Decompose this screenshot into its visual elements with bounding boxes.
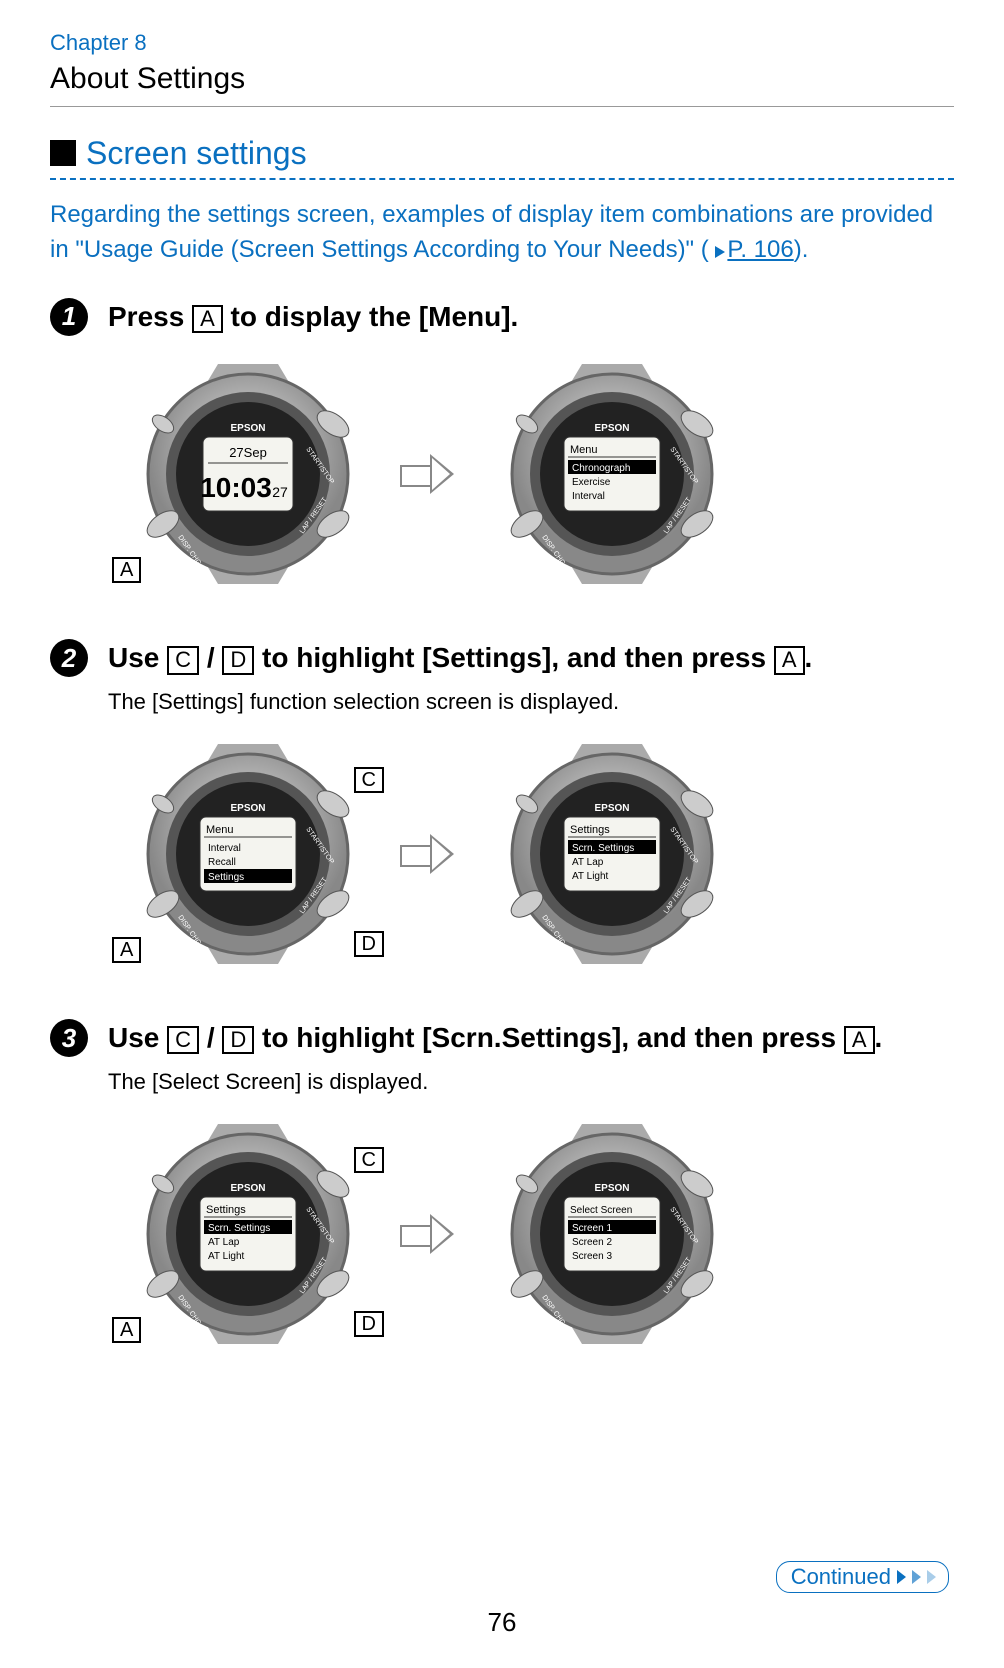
svg-text:27: 27 bbox=[272, 484, 288, 500]
step-subtitle: The [Select Screen] is displayed. bbox=[108, 1069, 954, 1095]
button-label-a: A bbox=[112, 557, 141, 583]
svg-text:Interval: Interval bbox=[572, 491, 605, 502]
button-label-a: A bbox=[112, 1317, 141, 1343]
divider bbox=[50, 106, 954, 107]
svg-text:27Sep: 27Sep bbox=[229, 445, 267, 460]
text: / bbox=[199, 642, 222, 673]
svg-text:Settings: Settings bbox=[208, 872, 244, 883]
button-label-d: D bbox=[354, 931, 384, 957]
triangle-icon bbox=[912, 1570, 921, 1584]
key-d: D bbox=[222, 646, 254, 674]
step-title: Use C / D to highlight [Scrn.Settings], … bbox=[108, 1019, 954, 1057]
section-header: Screen settings bbox=[50, 135, 954, 172]
step-number: 3 bbox=[50, 1019, 88, 1057]
button-label-a: A bbox=[112, 937, 141, 963]
button-label-d: D bbox=[354, 1311, 384, 1337]
continued-label: Continued bbox=[791, 1564, 891, 1590]
svg-text:AT Lap: AT Lap bbox=[208, 1237, 240, 1248]
page-link[interactable]: P. 106 bbox=[727, 236, 793, 263]
button-label-c: C bbox=[354, 1147, 384, 1173]
watch-settings: EPSON Settings Scrn. Settings AT Lap AT … bbox=[472, 739, 752, 969]
chapter-label: Chapter 8 bbox=[50, 30, 954, 56]
svg-text:Menu: Menu bbox=[570, 444, 598, 456]
svg-text:EPSON: EPSON bbox=[594, 423, 629, 434]
svg-text:EPSON: EPSON bbox=[230, 423, 265, 434]
watch-menu: EPSON Menu Chronograph Exercise Interval… bbox=[472, 359, 752, 589]
watch-row: EPSON Settings Scrn. Settings AT Lap AT … bbox=[108, 1119, 954, 1349]
step-title: Use C / D to highlight [Settings], and t… bbox=[108, 639, 954, 677]
text: . bbox=[875, 1022, 883, 1053]
section-title: Screen settings bbox=[86, 135, 307, 172]
svg-text:Exercise: Exercise bbox=[572, 477, 611, 488]
key-a: A bbox=[192, 305, 223, 333]
arrow-right-icon bbox=[400, 1209, 460, 1259]
button-label-c: C bbox=[354, 767, 384, 793]
svg-text:10:03: 10:03 bbox=[200, 472, 272, 503]
watch-time: EPSON 27Sep 10:03 27 START/STOP LAP / RE… bbox=[108, 359, 388, 589]
svg-text:Recall: Recall bbox=[208, 857, 236, 868]
key-d: D bbox=[222, 1026, 254, 1054]
intro-text: Regarding the settings screen, examples … bbox=[50, 198, 954, 268]
svg-text:Scrn. Settings: Scrn. Settings bbox=[208, 1223, 270, 1234]
page-number: 76 bbox=[0, 1607, 1004, 1638]
key-c: C bbox=[167, 1026, 199, 1054]
text: to highlight [Scrn.Settings], and then p… bbox=[254, 1022, 844, 1053]
svg-text:EPSON: EPSON bbox=[594, 803, 629, 814]
svg-text:AT Lap: AT Lap bbox=[572, 857, 604, 868]
step-subtitle: The [Settings] function selection screen… bbox=[108, 689, 954, 715]
text: to highlight [Settings], and then press bbox=[254, 642, 774, 673]
triangle-icon bbox=[927, 1570, 936, 1584]
svg-text:Screen 2: Screen 2 bbox=[572, 1237, 612, 1248]
text: Use bbox=[108, 1022, 167, 1053]
svg-text:Chronograph: Chronograph bbox=[572, 463, 630, 474]
svg-text:Interval: Interval bbox=[208, 843, 241, 854]
key-c: C bbox=[167, 646, 199, 674]
arrow-right-icon bbox=[715, 246, 725, 258]
svg-text:Screen 1: Screen 1 bbox=[572, 1223, 612, 1234]
text: / bbox=[199, 1022, 222, 1053]
svg-text:Screen 3: Screen 3 bbox=[572, 1251, 612, 1262]
step-1: 1 Press A to display the [Menu]. EPSON bbox=[50, 298, 954, 590]
arrow-right-icon bbox=[400, 449, 460, 499]
text: Press bbox=[108, 301, 192, 332]
step-number: 1 bbox=[50, 298, 88, 336]
step-number: 2 bbox=[50, 639, 88, 677]
watch-row: EPSON 27Sep 10:03 27 START/STOP LAP / RE… bbox=[108, 359, 954, 589]
square-bullet-icon bbox=[50, 140, 76, 166]
svg-text:EPSON: EPSON bbox=[594, 1183, 629, 1194]
watch-settings: EPSON Settings Scrn. Settings AT Lap AT … bbox=[108, 1119, 388, 1349]
watch-select-screen: EPSON Select Screen Screen 1 Screen 2 Sc… bbox=[472, 1119, 752, 1349]
text: to display the [Menu]. bbox=[223, 301, 519, 332]
svg-text:Settings: Settings bbox=[570, 824, 610, 836]
text: Use bbox=[108, 642, 167, 673]
svg-text:Settings: Settings bbox=[206, 1204, 246, 1216]
triangle-icon bbox=[897, 1570, 906, 1584]
step-title: Press A to display the [Menu]. bbox=[108, 298, 954, 336]
watch-row: EPSON Menu Interval Recall Settings STAR… bbox=[108, 739, 954, 969]
intro-post: ). bbox=[794, 236, 809, 263]
svg-text:Scrn. Settings: Scrn. Settings bbox=[572, 843, 634, 854]
continued-badge: Continued bbox=[776, 1561, 949, 1593]
arrow-right-icon bbox=[400, 829, 460, 879]
svg-text:EPSON: EPSON bbox=[230, 1183, 265, 1194]
svg-text:Select Screen: Select Screen bbox=[570, 1205, 632, 1216]
text: . bbox=[805, 642, 813, 673]
svg-text:AT Light: AT Light bbox=[572, 871, 609, 882]
svg-text:AT Light: AT Light bbox=[208, 1251, 245, 1262]
watch-menu-settings: EPSON Menu Interval Recall Settings STAR… bbox=[108, 739, 388, 969]
svg-text:EPSON: EPSON bbox=[230, 803, 265, 814]
step-3: 3 Use C / D to highlight [Scrn.Settings]… bbox=[50, 1019, 954, 1349]
key-a: A bbox=[774, 646, 805, 674]
step-2: 2 Use C / D to highlight [Settings], and… bbox=[50, 639, 954, 969]
dashed-divider bbox=[50, 178, 954, 180]
key-a: A bbox=[844, 1026, 875, 1054]
page-title: About Settings bbox=[50, 62, 954, 96]
svg-text:Menu: Menu bbox=[206, 824, 234, 836]
